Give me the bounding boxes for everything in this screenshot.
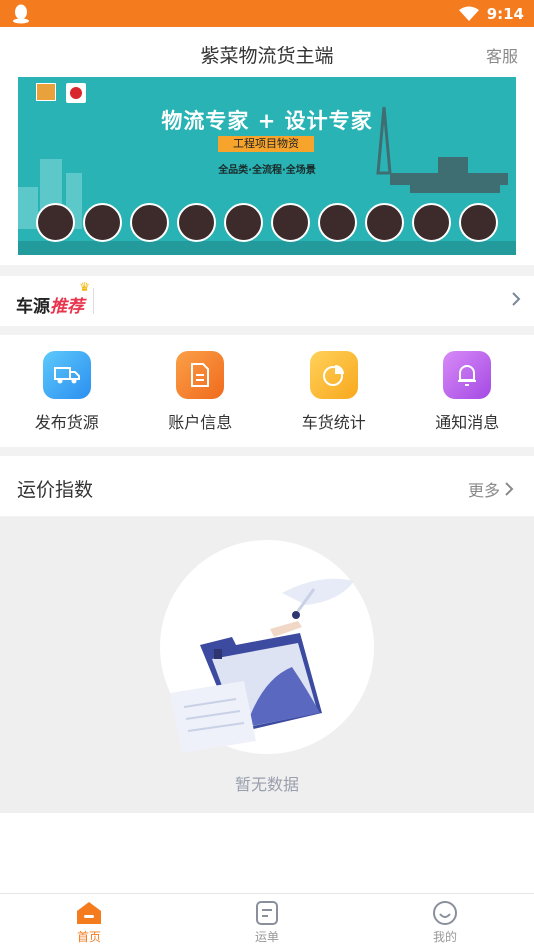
bottom-tab-bar: 首页 运单 我的 — [0, 893, 534, 949]
table-icon — [130, 203, 169, 242]
cargo-stats-button[interactable]: 车货统计 — [267, 335, 401, 447]
pie-chart-icon — [309, 351, 358, 399]
crown-icon: ♛ — [79, 280, 90, 294]
header: 紫菜物流货主端 客服 物流专家 + 设计专家 工程项目物资 全品类·全流程·全场… — [0, 27, 534, 265]
grid-icon — [224, 203, 263, 242]
banner-tag: 工程项目物资 — [218, 136, 314, 152]
car-source-label: 车源 推荐 ♛ — [16, 280, 90, 317]
gate-icon — [459, 203, 498, 242]
qq-icon — [13, 4, 29, 23]
tab-profile[interactable]: 我的 — [356, 894, 534, 949]
banner-title: 物流专家 + 设计专家 — [161, 109, 373, 133]
waybill-icon — [256, 901, 278, 925]
banner-subtitle: 全品类·全流程·全场景 — [218, 165, 316, 176]
pole-icon — [365, 203, 404, 242]
chevron-right-icon — [505, 482, 514, 496]
notifications-button[interactable]: 通知消息 — [401, 335, 534, 447]
page-title: 紫菜物流货主端 — [200, 45, 334, 67]
price-index-title: 运价指数 — [17, 479, 94, 501]
price-index-section: 运价指数 更多 — [0, 456, 534, 516]
empty-state-text: 暂无数据 — [234, 775, 299, 794]
wifi-icon — [458, 6, 479, 21]
status-bar: 9:14 — [0, 0, 534, 27]
document-icon — [176, 351, 225, 399]
tower-icon — [318, 203, 357, 242]
profile-icon — [433, 901, 457, 925]
truss-icon — [412, 203, 451, 242]
home-icon — [77, 902, 101, 924]
promo-banner[interactable]: 物流专家 + 设计专家 工程项目物资 全品类·全流程·全场景 — [18, 77, 516, 255]
truck-icon — [42, 351, 91, 399]
boat-icon — [271, 203, 310, 242]
account-info-button[interactable]: 账户信息 — [134, 335, 268, 447]
arch-icon — [83, 203, 122, 242]
publish-cargo-button[interactable]: 发布货源 — [0, 335, 134, 447]
customer-service-button[interactable]: 客服 — [486, 43, 518, 67]
empty-folder-illustration — [170, 578, 354, 753]
status-time: 9:14 — [486, 4, 524, 23]
pillar-icon — [177, 203, 216, 242]
banner-icon-row — [36, 203, 498, 242]
chevron-right-icon — [512, 292, 521, 306]
bridge-icon — [36, 203, 75, 242]
empty-state: 暂无数据 — [0, 517, 534, 813]
tab-waybill[interactable]: 运单 — [178, 894, 356, 949]
bell-icon — [443, 351, 492, 399]
tab-home[interactable]: 首页 — [0, 894, 178, 949]
quick-actions: 发布货源 账户信息 车货统计 通知消息 — [0, 335, 534, 447]
more-link[interactable]: 更多 — [468, 477, 514, 501]
car-source-row[interactable]: 车源 推荐 ♛ — [0, 276, 534, 326]
